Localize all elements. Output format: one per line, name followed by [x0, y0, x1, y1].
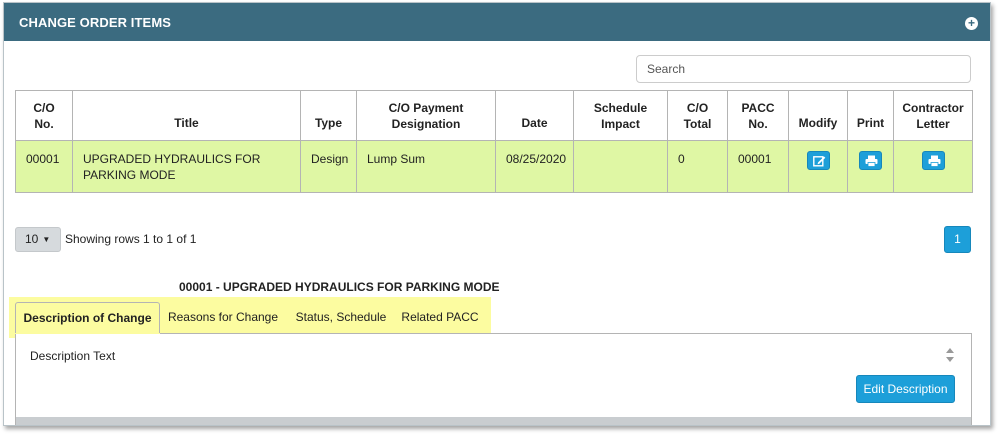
modify-button[interactable]: [806, 151, 830, 170]
plus-circle-icon[interactable]: +: [965, 17, 978, 30]
cell-print: [847, 140, 894, 193]
col-header-co-total[interactable]: C/O Total: [667, 90, 728, 141]
table-header-row: C/O No. Title Type C/O Payment Designation…: [15, 90, 973, 141]
col-header-payment-designation[interactable]: C/O Payment Designation: [356, 90, 496, 141]
cell-title: UPGRADED HYDRAULICS FOR PARKING MODE: [72, 140, 301, 193]
page-1-button[interactable]: 1: [944, 226, 971, 253]
change-order-table: C/O No. Title Type C/O Payment Designation…: [15, 90, 973, 193]
description-panel: Description Text Edit Description: [15, 333, 972, 425]
panel-header: CHANGE ORDER ITEMS +: [4, 3, 990, 41]
panel-title: CHANGE ORDER ITEMS: [19, 14, 172, 30]
col-header-modify: Modify: [788, 90, 848, 141]
cell-contractor-letter: [893, 140, 973, 193]
tab-status-schedule[interactable]: Status, Schedule: [288, 302, 394, 333]
scroll-arrows-icon[interactable]: [945, 347, 955, 363]
cell-pacc-no: 00001: [727, 140, 789, 193]
print-icon: [928, 155, 940, 167]
detail-title: 00001 - UPGRADED HYDRAULICS FOR PARKING …: [179, 280, 500, 294]
cell-date: 08/25/2020: [495, 140, 574, 193]
cell-payment-designation: Lump Sum: [356, 140, 496, 193]
col-header-print: Print: [847, 90, 894, 141]
col-header-co-no[interactable]: C/O No.: [15, 90, 73, 141]
tab-description-of-change[interactable]: Description of Change: [15, 302, 160, 333]
caret-down-icon: ▼: [42, 235, 51, 244]
col-header-type[interactable]: Type: [300, 90, 357, 141]
col-header-contractor-letter: Contractor Letter: [893, 90, 973, 141]
tab-related-pacc[interactable]: Related PACC: [396, 302, 484, 333]
tab-divider-line: [160, 333, 972, 334]
edit-icon: [812, 156, 825, 167]
col-header-title[interactable]: Title: [72, 90, 301, 141]
page-size-value: 10: [25, 232, 39, 246]
cell-co-total: 0: [667, 140, 728, 193]
col-header-schedule-impact[interactable]: Schedule Impact: [573, 90, 668, 141]
print-button[interactable]: [859, 151, 882, 170]
showing-rows-text: Showing rows 1 to 1 of 1: [65, 232, 197, 246]
description-text-label: Description Text: [30, 349, 116, 363]
col-header-pacc-no[interactable]: PACC No.: [727, 90, 789, 141]
active-tab-gap: [15, 333, 160, 334]
col-header-date[interactable]: Date: [495, 90, 574, 141]
contractor-letter-button[interactable]: [921, 151, 945, 170]
search-input[interactable]: [636, 55, 971, 83]
cell-modify: [788, 140, 848, 193]
cell-type: Design: [300, 140, 357, 193]
panel-bottom-bar: [16, 417, 971, 425]
cell-co-no: 00001: [15, 140, 73, 193]
tab-reasons-for-change[interactable]: Reasons for Change: [163, 302, 283, 333]
table-row[interactable]: 00001 UPGRADED HYDRAULICS FOR PARKING MO…: [15, 140, 973, 193]
edit-description-button[interactable]: Edit Description: [856, 375, 955, 403]
cell-schedule-impact: [573, 140, 668, 193]
print-icon: [865, 155, 878, 167]
page-size-dropdown[interactable]: 10 ▼: [15, 227, 61, 252]
